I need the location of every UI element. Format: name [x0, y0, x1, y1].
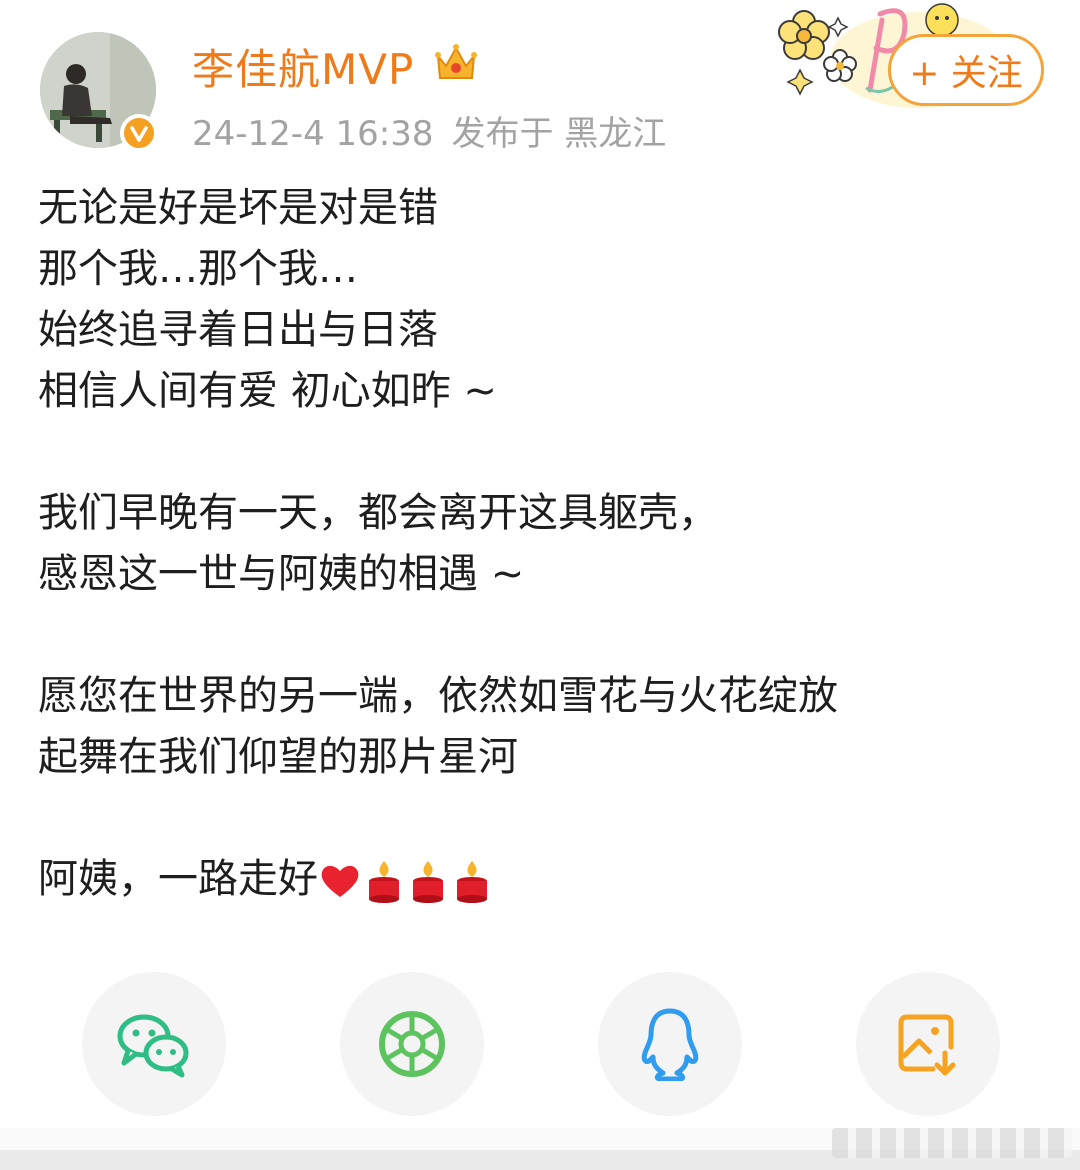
post-timestamp: 24-12-4 16:38	[192, 114, 434, 154]
candle-emoji-icon	[413, 861, 443, 903]
post-line: 阿姨，一路走好	[38, 856, 318, 902]
qq-icon	[641, 1008, 699, 1081]
post-location: 发布于 黑龙江	[451, 114, 667, 154]
watermark-logo	[832, 1128, 1072, 1158]
candle-emoji-icon	[369, 861, 399, 903]
follow-button[interactable]: + 关注	[888, 34, 1044, 106]
post-content: 无论是好是坏是对是错 那个我…那个我… 始终追寻着日出与日落 相信人间有爱 初心…	[38, 178, 1048, 910]
author-name[interactable]: 李佳航MVP	[192, 36, 414, 97]
avatar[interactable]	[40, 32, 158, 152]
post-closing-line: 阿姨，一路走好	[38, 849, 1048, 910]
share-qq-button[interactable]	[598, 972, 742, 1116]
post-meta: 24-12-4 16:38 发布于 黑龙江	[192, 106, 684, 155]
crown-badge-icon	[432, 40, 480, 84]
post-line: 起舞在我们仰望的那片星河	[38, 734, 518, 780]
heart-emoji-icon	[321, 865, 359, 897]
post-line: 相信人间有爱 初心如昨 ~	[38, 368, 497, 414]
verified-badge-icon	[120, 114, 158, 152]
save-image-button[interactable]	[856, 972, 1000, 1116]
share-bar	[0, 972, 1080, 1118]
post-line: 那个我…那个我…	[38, 246, 358, 292]
post-line: 愿您在世界的另一端，依然如雪花与火花绽放	[38, 673, 838, 719]
post-line: 无论是好是坏是对是错	[38, 185, 438, 231]
post-line: 感恩这一世与阿姨的相遇 ~	[38, 551, 525, 597]
post-line: 我们早晚有一天，都会离开这具躯壳，	[38, 490, 718, 536]
post-line: 始终追寻着日出与日落	[38, 307, 438, 353]
save-image-icon	[898, 1014, 956, 1076]
wechat-icon	[117, 1014, 189, 1078]
post-header: 李佳航MVP 24-12-4 16:38 发布于 黑龙江 + 关注	[0, 0, 1080, 160]
closing-emojis	[318, 859, 494, 903]
candle-emoji-icon	[457, 861, 487, 903]
share-moments-button[interactable]	[340, 972, 484, 1116]
moments-icon	[379, 1011, 445, 1077]
share-wechat-button[interactable]	[82, 972, 226, 1116]
